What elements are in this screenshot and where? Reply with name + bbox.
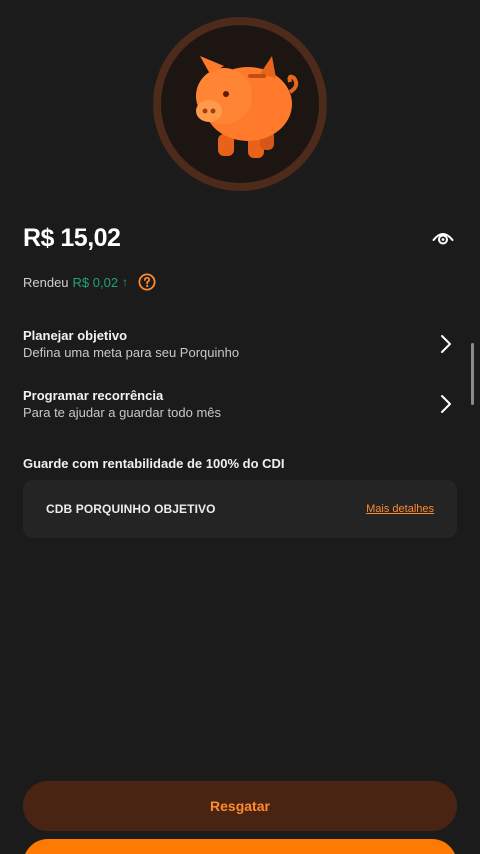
menu-item-plan-goal[interactable]: Planejar objetivo Defina uma meta para s… xyxy=(23,324,457,364)
yield-label: Rendeu xyxy=(23,274,69,290)
chevron-right-icon xyxy=(441,395,451,413)
balance-row: R$ 15,02 xyxy=(23,220,457,256)
balance-amount: R$ 15,02 xyxy=(23,223,121,252)
primary-action-button[interactable] xyxy=(23,839,457,854)
menu-item-texts: Planejar objetivo Defina uma meta para s… xyxy=(23,327,239,361)
eye-icon xyxy=(432,233,454,245)
piggy-bank-icon xyxy=(153,17,327,191)
yield-value: R$ 0,02 xyxy=(72,274,119,290)
toggle-visibility-button[interactable] xyxy=(429,224,457,252)
menu-item-title: Programar recorrência xyxy=(23,388,164,403)
menu-item-texts: Programar recorrência Para te ajudar a g… xyxy=(23,387,221,421)
details-link[interactable]: Mais detalhes xyxy=(366,503,434,515)
redeem-button[interactable]: Resgatar xyxy=(23,781,457,831)
investment-section-label: Guarde com rentabilidade de 100% do CDI xyxy=(23,456,285,471)
help-circle-icon[interactable] xyxy=(138,273,156,291)
menu-item-schedule-recurrence[interactable]: Programar recorrência Para te ajudar a g… xyxy=(23,384,457,424)
scrollbar[interactable] xyxy=(471,343,474,405)
menu-item-title: Planejar objetivo xyxy=(23,328,128,343)
menu-item-subtitle: Defina uma meta para seu Porquinho xyxy=(23,345,240,360)
yield-row: Rendeu R$ 0,02 ↑ xyxy=(23,271,156,293)
investment-card: CDB PORQUINHO OBJETIVO Mais detalhes xyxy=(23,480,457,538)
menu-item-subtitle: Para te ajudar a guardar todo mês xyxy=(23,405,222,420)
piggy-bank-hero xyxy=(152,16,328,192)
savings-screen: R$ 15,02 Rendeu R$ 0,02 ↑ Planejar objet… xyxy=(0,0,480,854)
product-name: CDB PORQUINHO OBJETIVO xyxy=(46,502,216,516)
chevron-right-icon xyxy=(441,335,451,353)
arrow-up-icon: ↑ xyxy=(122,275,129,289)
